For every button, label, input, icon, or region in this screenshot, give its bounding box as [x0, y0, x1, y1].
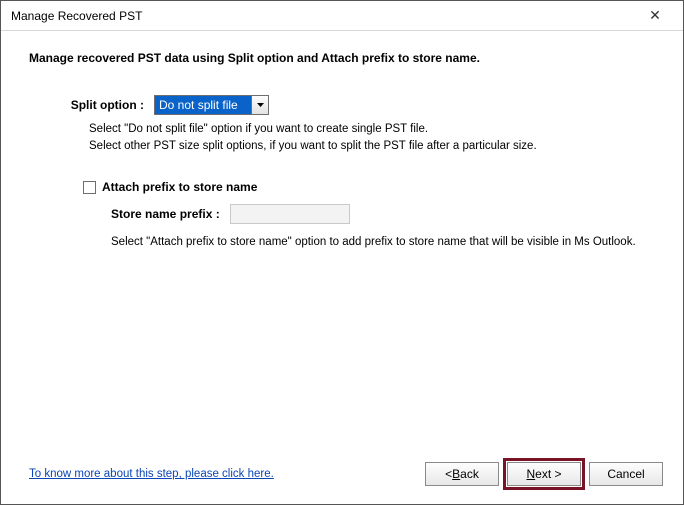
- split-option-row: Split option : Do not split file: [59, 95, 655, 115]
- prefix-input-row: Store name prefix :: [111, 204, 655, 224]
- cancel-button[interactable]: Cancel: [589, 462, 663, 486]
- titlebar: Manage Recovered PST ✕: [1, 1, 683, 31]
- split-option-select[interactable]: Do not split file: [154, 95, 269, 115]
- footer: To know more about this step, please cli…: [1, 450, 683, 504]
- back-rest: ack: [460, 467, 479, 481]
- help-link[interactable]: To know more about this step, please cli…: [29, 468, 274, 480]
- next-underline: N: [526, 467, 535, 481]
- split-info-line2: Select other PST size split options, if …: [89, 138, 655, 155]
- prefix-input-label: Store name prefix :: [111, 207, 220, 221]
- dialog-window: Manage Recovered PST ✕ Manage recovered …: [0, 0, 684, 505]
- prefix-checkbox[interactable]: [83, 181, 96, 194]
- prefix-input[interactable]: [230, 204, 350, 224]
- prefix-checkbox-row: Attach prefix to store name: [83, 180, 655, 194]
- content-area: Manage recovered PST data using Split op…: [1, 31, 683, 504]
- dropdown-arrow-icon[interactable]: [251, 96, 268, 114]
- window-title: Manage Recovered PST: [11, 9, 635, 23]
- split-option-value: Do not split file: [155, 96, 251, 114]
- back-underline: B: [452, 467, 460, 481]
- prefix-info: Select "Attach prefix to store name" opt…: [111, 236, 655, 248]
- close-icon[interactable]: ✕: [635, 7, 675, 24]
- prefix-checkbox-label: Attach prefix to store name: [102, 180, 257, 194]
- page-heading: Manage recovered PST data using Split op…: [29, 51, 655, 65]
- back-prefix: <: [445, 467, 452, 481]
- split-option-label: Split option :: [59, 98, 154, 112]
- prefix-block: Attach prefix to store name Store name p…: [83, 180, 655, 248]
- next-button[interactable]: Next >: [507, 462, 581, 486]
- split-option-info: Select "Do not split file" option if you…: [89, 121, 655, 154]
- split-info-line1: Select "Do not split file" option if you…: [89, 121, 655, 138]
- next-rest: ext >: [535, 467, 561, 481]
- back-button[interactable]: < Back: [425, 462, 499, 486]
